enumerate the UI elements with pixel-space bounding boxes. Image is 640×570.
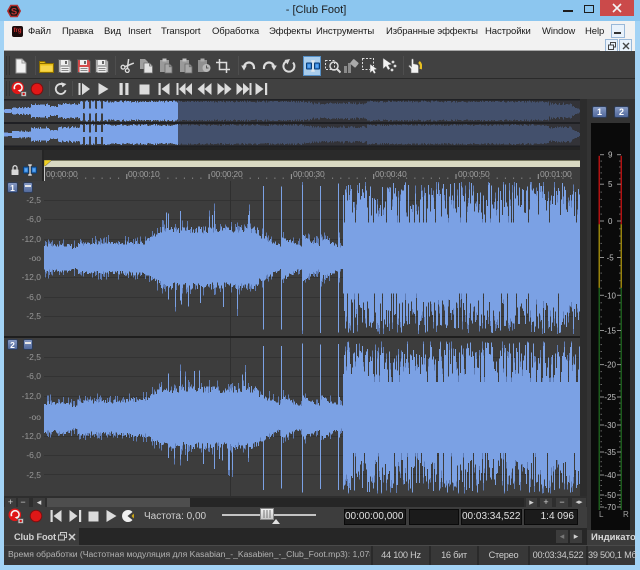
svg-text:-20: -20	[604, 361, 616, 370]
svg-text:-70: -70	[604, 503, 616, 512]
svg-text:-30: -30	[604, 421, 616, 430]
svg-text:S: S	[11, 6, 17, 17]
svg-text:-35: -35	[604, 448, 616, 457]
svg-text:-40: -40	[604, 471, 616, 480]
svg-text:-50: -50	[604, 491, 616, 500]
svg-text:9: 9	[608, 151, 613, 160]
svg-text:R: R	[623, 510, 629, 519]
svg-text:-10: -10	[604, 291, 616, 300]
svg-text:-25: -25	[604, 393, 616, 402]
svg-text:L: L	[599, 510, 604, 519]
svg-text:5: 5	[608, 180, 613, 189]
svg-text:-5: -5	[607, 254, 615, 263]
svg-text:0: 0	[608, 217, 613, 226]
svg-text:-15: -15	[604, 327, 616, 336]
